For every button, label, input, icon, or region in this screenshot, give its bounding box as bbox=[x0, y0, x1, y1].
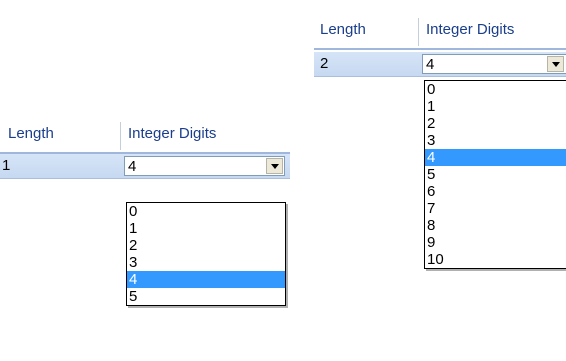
dropdown-option[interactable]: 9 bbox=[425, 234, 566, 251]
length-cell[interactable]: 2 bbox=[320, 52, 328, 76]
table-row[interactable]: 1 4 bbox=[0, 154, 290, 179]
dropdown-option[interactable]: 6 bbox=[425, 183, 566, 200]
dropdown-option[interactable]: 2 bbox=[127, 237, 285, 254]
dropdown-option[interactable]: 4 bbox=[127, 271, 285, 288]
dropdown-button[interactable] bbox=[266, 158, 283, 174]
chevron-down-icon bbox=[271, 164, 279, 169]
dropdown-option[interactable]: 5 bbox=[425, 166, 566, 183]
right-grid: Length Integer Digits 2 4 0 1 2 3 4 5 6 7 8 9 10 bbox=[314, 12, 566, 361]
dropdown-option[interactable]: 2 bbox=[425, 115, 566, 132]
combobox-value: 4 bbox=[426, 56, 435, 73]
combobox-value: 4 bbox=[128, 158, 137, 175]
header-divider bbox=[314, 48, 566, 50]
dropdown-option[interactable]: 7 bbox=[425, 200, 566, 217]
dropdown-button[interactable] bbox=[547, 56, 564, 72]
column-separator bbox=[418, 18, 419, 46]
dropdown-option[interactable]: 10 bbox=[425, 251, 566, 268]
integer-digits-combobox[interactable]: 4 bbox=[124, 156, 285, 176]
left-grid: Length Integer Digits 1 4 012345 bbox=[0, 116, 290, 361]
dropdown-option[interactable]: 3 bbox=[425, 132, 566, 149]
dropdown-option[interactable]: 5 bbox=[127, 288, 285, 305]
dropdown-option[interactable]: 1 bbox=[127, 220, 285, 237]
dropdown-option[interactable]: 0 bbox=[127, 203, 285, 220]
column-separator bbox=[120, 122, 121, 150]
integer-digits-dropdown-list[interactable]: 0 1 2 3 4 5 6 7 8 9 10 bbox=[424, 80, 566, 269]
dropdown-option[interactable]: 0 bbox=[425, 81, 566, 98]
dropdown-option[interactable]: 1 bbox=[425, 98, 566, 115]
table-row[interactable]: 2 4 bbox=[314, 52, 566, 77]
column-header-length[interactable]: Length bbox=[320, 12, 366, 48]
column-header-integer-digits[interactable]: Integer Digits bbox=[426, 12, 514, 48]
column-header-length[interactable]: Length bbox=[8, 116, 54, 152]
integer-digits-combobox[interactable]: 4 bbox=[422, 54, 566, 74]
left-grid-header: Length Integer Digits bbox=[0, 116, 290, 154]
right-grid-header: Length Integer Digits bbox=[314, 12, 566, 50]
integer-digits-dropdown-list[interactable]: 012345 bbox=[126, 202, 286, 306]
dropdown-option[interactable]: 8 bbox=[425, 217, 566, 234]
dropdown-option[interactable]: 3 bbox=[127, 254, 285, 271]
column-header-integer-digits[interactable]: Integer Digits bbox=[128, 116, 216, 152]
chevron-down-icon bbox=[552, 62, 560, 67]
length-cell[interactable]: 1 bbox=[2, 154, 10, 178]
dropdown-option[interactable]: 4 bbox=[425, 149, 566, 166]
